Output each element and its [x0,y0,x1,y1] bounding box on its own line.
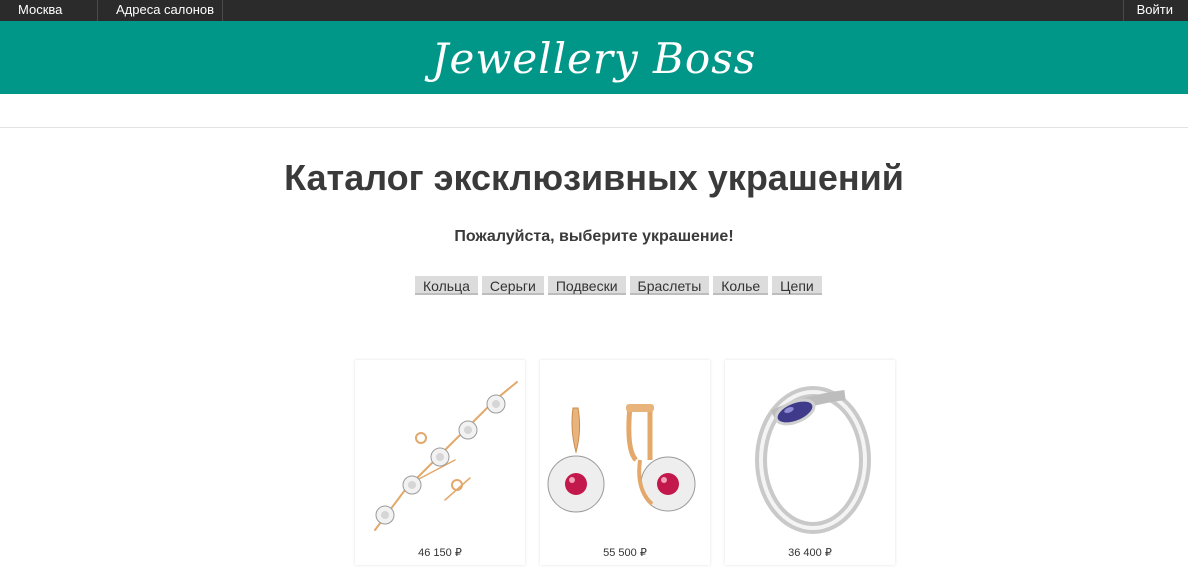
category-earrings-button[interactable]: Серьги [481,276,544,295]
page-title: Каталог эксклюзивных украшений [284,157,904,198]
product-card-bracelet[interactable]: 46 150 ₽ [355,360,525,565]
category-pendants-button[interactable]: Подвески [547,276,626,295]
site-logo[interactable]: Jewellery Boss [0,33,1188,85]
category-bracelets-button[interactable]: Браслеты [629,276,710,295]
earrings-image [547,404,696,513]
divider [1123,0,1124,21]
category-chains-button[interactable]: Цепи [772,276,822,295]
category-rings-button[interactable]: Кольца [415,276,478,295]
page-subtitle: Пожалуйста, выберите украшение! [454,228,734,245]
city-selector[interactable]: Москва [18,0,62,21]
brand-header: Jewellery Boss [0,21,1188,94]
login-link[interactable]: Войти [1137,0,1173,21]
salon-addresses-link[interactable]: Адреса салонов [116,0,214,21]
product-price: 36 400 ₽ [788,547,832,559]
product-card-placeholder [905,360,1075,565]
divider [97,0,98,21]
product-price: 46 150 ₽ [418,547,462,559]
product-card-ring[interactable]: 36 400 ₽ [725,360,895,565]
ring-image [755,386,871,534]
product-card-earrings[interactable]: 55 500 ₽ [540,360,710,565]
category-necklaces-button[interactable]: Колье [713,276,769,295]
header-divider [0,127,1188,128]
bracelet-image [374,381,518,531]
category-buttons: Кольца Серьги Подвески Браслеты Колье Це… [415,276,822,295]
product-price: 55 500 ₽ [603,547,647,559]
divider [222,0,223,21]
top-bar: Москва Адреса салонов Войти [0,0,1188,21]
